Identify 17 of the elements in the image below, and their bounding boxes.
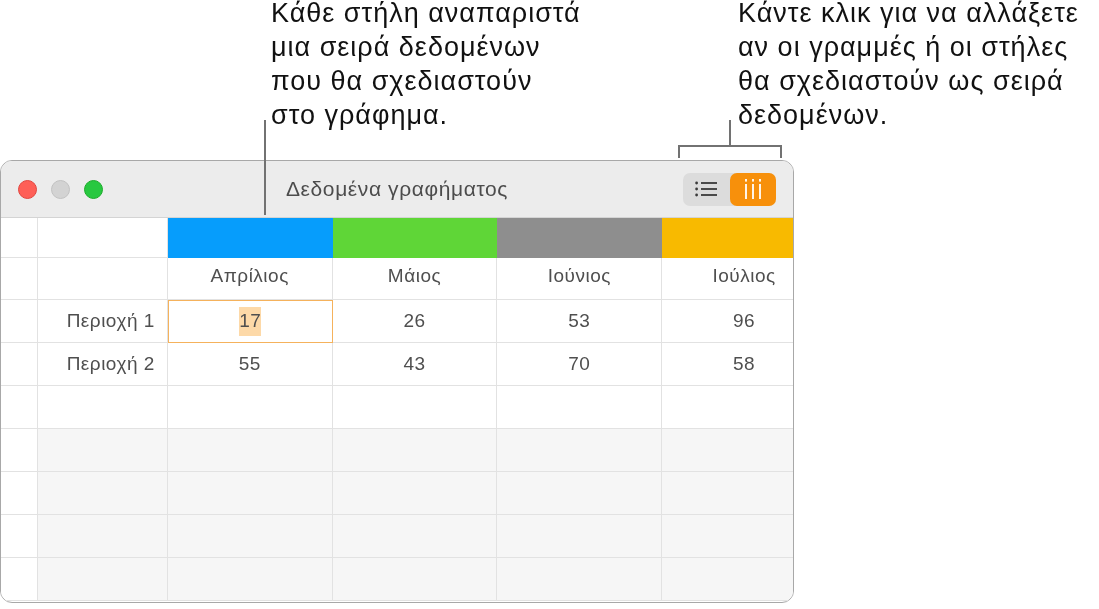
column-header: Απρίλιος: [167, 258, 333, 300]
callout-text: Κάντε κλικ για να αλλάξετε αν οι γραμμές ή οι στήλες θα σχεδιαστούν ως σειρά δεδομένων.: [738, 0, 1079, 132]
column-header: Ιούλιος: [662, 258, 793, 300]
table-cell[interactable]: 96: [662, 300, 793, 343]
table-cell[interactable]: 26: [332, 300, 498, 343]
zoom-icon[interactable]: [84, 179, 103, 199]
list-icon: [695, 181, 718, 197]
table-cell[interactable]: 53: [497, 300, 663, 343]
columns-icon: [744, 179, 761, 199]
row-label: Περιοχή 1: [37, 300, 168, 343]
close-icon[interactable]: [18, 179, 37, 199]
column-header: Ιούνιος: [497, 258, 663, 300]
column-header: Μάιος: [332, 258, 498, 300]
toggle-segment[interactable]: [729, 172, 776, 206]
window-title: Δεδομένα γραφήματος: [286, 176, 508, 203]
callout-text: Κάθε στήλη αναπαριστά μια σειρά δεδομένων που θα σχεδιαστούν στο γράφημα.: [271, 0, 582, 132]
table-cell[interactable]: 17: [167, 300, 333, 343]
